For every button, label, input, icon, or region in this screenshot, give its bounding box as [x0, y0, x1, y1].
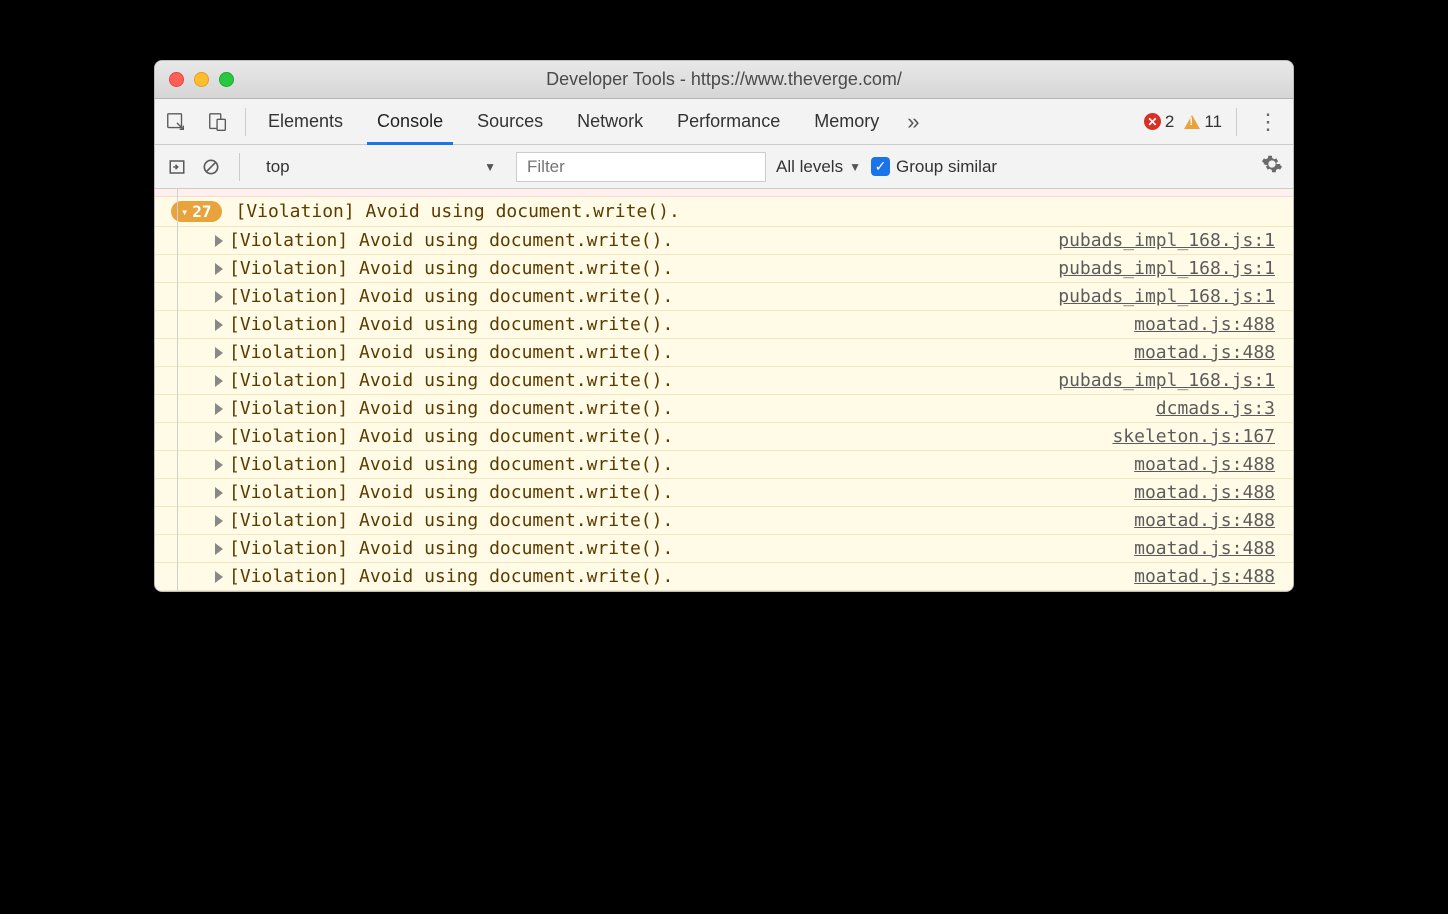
console-toolbar: top ▼ All levels ▼ ✓ Group similar — [155, 145, 1293, 189]
disclosure-triangle-icon[interactable] — [215, 571, 223, 583]
log-levels-select[interactable]: All levels ▼ — [776, 157, 861, 177]
titlebar: Developer Tools - https://www.theverge.c… — [155, 61, 1293, 99]
console-group-header[interactable]: 27 [Violation] Avoid using document.writ… — [155, 197, 1293, 227]
disclosure-triangle-icon[interactable] — [215, 487, 223, 499]
console-source-link[interactable]: pubads_impl_168.js:1 — [1058, 230, 1283, 251]
console-source-link[interactable]: pubads_impl_168.js:1 — [1058, 258, 1283, 279]
console-message: [Violation] Avoid using document.write()… — [229, 230, 1058, 251]
devtools-tabbar: Elements Console Sources Network Perform… — [155, 99, 1293, 145]
disclosure-triangle-icon[interactable] — [215, 403, 223, 415]
warning-count-badge[interactable]: 11 — [1184, 112, 1222, 132]
console-row[interactable]: [Violation] Avoid using document.write()… — [155, 311, 1293, 339]
disclosure-triangle-icon[interactable] — [215, 515, 223, 527]
toggle-sidebar-button[interactable] — [165, 158, 189, 176]
disclosure-triangle-icon[interactable] — [215, 291, 223, 303]
status-badges: ✕ 2 11 — [1144, 112, 1230, 132]
console-message: [Violation] Avoid using document.write()… — [229, 454, 1134, 475]
levels-label: All levels — [776, 157, 843, 177]
tabs-overflow-button[interactable]: » — [895, 109, 931, 135]
console-row[interactable]: [Violation] Avoid using document.write()… — [155, 367, 1293, 395]
console-row[interactable]: [Violation] Avoid using document.write()… — [155, 339, 1293, 367]
disclosure-triangle-icon[interactable] — [215, 543, 223, 555]
inspect-element-icon[interactable] — [155, 99, 197, 144]
group-similar-label: Group similar — [896, 157, 997, 177]
console-message: [Violation] Avoid using document.write()… — [229, 510, 1134, 531]
warning-icon — [1184, 115, 1200, 129]
console-row[interactable]: [Violation] Avoid using document.write()… — [155, 395, 1293, 423]
tab-elements[interactable]: Elements — [252, 99, 359, 144]
console-source-link[interactable]: moatad.js:488 — [1134, 314, 1283, 335]
disclosure-triangle-icon[interactable] — [215, 347, 223, 359]
console-row[interactable]: [Violation] Avoid using document.write()… — [155, 563, 1293, 591]
console-row[interactable]: [Violation] Avoid using document.write()… — [155, 227, 1293, 255]
console-source-link[interactable]: moatad.js:488 — [1134, 538, 1283, 559]
clear-console-button[interactable] — [199, 157, 223, 177]
console-message: [Violation] Avoid using document.write()… — [229, 426, 1112, 447]
console-source-link[interactable]: pubads_impl_168.js:1 — [1058, 286, 1283, 307]
group-count-badge: 27 — [171, 201, 222, 222]
devtools-menu-button[interactable]: ⋮ — [1243, 109, 1293, 135]
chevron-down-icon: ▼ — [484, 160, 496, 174]
divider — [1236, 108, 1237, 136]
console-source-link[interactable]: moatad.js:488 — [1134, 454, 1283, 475]
console-row[interactable]: [Violation] Avoid using document.write()… — [155, 283, 1293, 311]
console-message: [Violation] Avoid using document.write()… — [229, 566, 1134, 587]
console-message: [Violation] Avoid using document.write()… — [229, 286, 1058, 307]
console-message: [Violation] Avoid using document.write()… — [229, 258, 1058, 279]
console-message: [Violation] Avoid using document.write()… — [229, 370, 1058, 391]
warning-count: 11 — [1204, 112, 1222, 132]
group-message: [Violation] Avoid using document.write()… — [236, 201, 680, 222]
console-message: [Violation] Avoid using document.write()… — [229, 538, 1134, 559]
console-row[interactable]: [Violation] Avoid using document.write()… — [155, 535, 1293, 563]
devtools-window: Developer Tools - https://www.theverge.c… — [154, 60, 1294, 592]
console-source-link[interactable]: moatad.js:488 — [1134, 482, 1283, 503]
checkbox-checked-icon: ✓ — [871, 157, 890, 176]
console-row[interactable]: [Violation] Avoid using document.write()… — [155, 255, 1293, 283]
tab-console[interactable]: Console — [361, 99, 459, 144]
console-row[interactable]: [Violation] Avoid using document.write()… — [155, 507, 1293, 535]
error-count: 2 — [1165, 112, 1174, 132]
tab-sources[interactable]: Sources — [461, 99, 559, 144]
panel-tabs: Elements Console Sources Network Perform… — [252, 99, 895, 144]
disclosure-triangle-icon[interactable] — [215, 375, 223, 387]
console-output: 27 [Violation] Avoid using document.writ… — [155, 189, 1293, 591]
console-source-link[interactable]: moatad.js:488 — [1134, 342, 1283, 363]
console-source-link[interactable]: skeleton.js:167 — [1112, 426, 1283, 447]
execution-context-select[interactable]: top ▼ — [256, 152, 506, 182]
console-settings-button[interactable] — [1261, 153, 1283, 180]
tab-performance[interactable]: Performance — [661, 99, 796, 144]
window-title: Developer Tools - https://www.theverge.c… — [155, 69, 1293, 90]
console-source-link[interactable]: moatad.js:488 — [1134, 510, 1283, 531]
console-row[interactable]: [Violation] Avoid using document.write()… — [155, 423, 1293, 451]
console-message: [Violation] Avoid using document.write()… — [229, 398, 1156, 419]
error-count-badge[interactable]: ✕ 2 — [1144, 112, 1174, 132]
divider — [239, 153, 240, 181]
console-row[interactable]: [Violation] Avoid using document.write()… — [155, 479, 1293, 507]
console-message: [Violation] Avoid using document.write()… — [229, 342, 1134, 363]
console-message: [Violation] Avoid using document.write()… — [229, 482, 1134, 503]
divider — [245, 108, 246, 136]
disclosure-triangle-icon[interactable] — [215, 459, 223, 471]
console-row[interactable]: [Violation] Avoid using document.write()… — [155, 451, 1293, 479]
console-filter-input[interactable] — [516, 152, 766, 182]
tab-network[interactable]: Network — [561, 99, 659, 144]
console-source-link[interactable]: pubads_impl_168.js:1 — [1058, 370, 1283, 391]
group-similar-checkbox[interactable]: ✓ Group similar — [871, 157, 997, 177]
disclosure-triangle-icon[interactable] — [215, 431, 223, 443]
device-toggle-icon[interactable] — [197, 99, 239, 144]
disclosure-triangle-icon[interactable] — [215, 235, 223, 247]
context-value: top — [266, 157, 290, 177]
error-icon: ✕ — [1144, 113, 1161, 130]
console-source-link[interactable]: moatad.js:488 — [1134, 566, 1283, 587]
console-message: [Violation] Avoid using document.write()… — [229, 314, 1134, 335]
tab-memory[interactable]: Memory — [798, 99, 895, 144]
console-source-link[interactable]: dcmads.js:3 — [1156, 398, 1283, 419]
disclosure-triangle-icon[interactable] — [215, 263, 223, 275]
previous-error-stripe — [155, 189, 1293, 197]
disclosure-triangle-icon[interactable] — [215, 319, 223, 331]
chevron-down-icon: ▼ — [849, 160, 861, 174]
